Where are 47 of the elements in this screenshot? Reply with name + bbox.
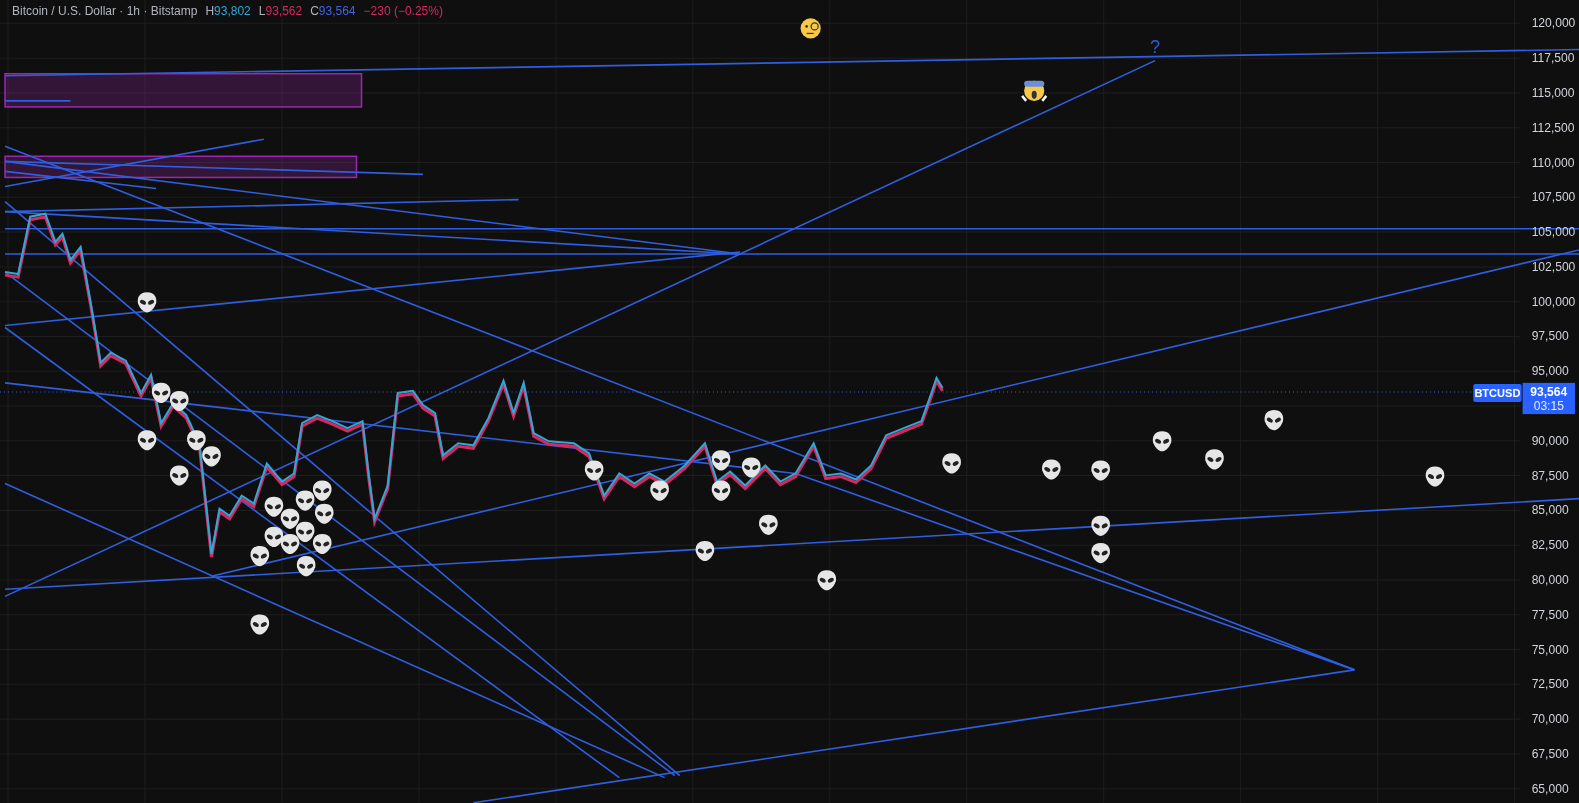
price-axis-label: 65,000 xyxy=(1531,781,1569,796)
ohlc-value: 93,802 xyxy=(214,3,251,20)
ohlc-label: H xyxy=(205,3,215,20)
annotation-text: ? xyxy=(1150,36,1161,57)
ohlc-label: C xyxy=(310,3,319,20)
price-axis-label: 77,500 xyxy=(1531,607,1569,622)
alien-icon xyxy=(151,382,171,403)
price-axis-label: 85,000 xyxy=(1531,503,1569,518)
alien-icon xyxy=(202,446,221,467)
price-axis-label: 120,000 xyxy=(1531,16,1576,31)
price-axis-label: 82,500 xyxy=(1531,538,1569,553)
price-axis-label: 115,000 xyxy=(1531,85,1575,100)
alien-icon xyxy=(312,480,332,501)
alien-icon xyxy=(296,556,316,577)
ohlc-value: 93,562 xyxy=(265,3,303,20)
symbol-tag: BTCUSD xyxy=(1473,383,1522,402)
price-axis-label: 112,500 xyxy=(1531,120,1575,135)
price-axis-label: 100,000 xyxy=(1531,294,1576,309)
price-axis-label: 67,500 xyxy=(1531,746,1569,761)
price-change: −230 (−0.25%) xyxy=(363,3,443,20)
price-axis-label: 102,500 xyxy=(1531,259,1576,274)
alien-icon xyxy=(295,521,315,542)
ohlc-label: L xyxy=(258,3,266,20)
alien-icon xyxy=(650,480,669,501)
ohlc-value: 93,564 xyxy=(318,3,356,20)
price-axis-label: 80,000 xyxy=(1531,573,1569,587)
screaming-face-icon xyxy=(1020,80,1048,103)
price-axis-label: 105,000 xyxy=(1531,225,1576,240)
price-axis-label: 75,000 xyxy=(1531,642,1569,657)
alien-icon xyxy=(759,514,778,535)
alien-icon xyxy=(942,453,961,474)
alien-icon xyxy=(711,450,731,471)
price-tag: 93,564 03:15 xyxy=(1522,382,1575,415)
price-axis-label: 70,000 xyxy=(1531,712,1569,727)
alien-icon xyxy=(1205,449,1224,470)
price-axis-label: 107,500 xyxy=(1531,190,1576,205)
symbol-title: Bitcoin / U.S. Dollar · 1h · Bitstamp xyxy=(12,3,198,20)
price-axis-label: 97,500 xyxy=(1531,329,1569,344)
price-axis-label: 90,000 xyxy=(1531,433,1569,448)
price-axis-label: 110,000 xyxy=(1531,155,1575,170)
alien-icon xyxy=(1264,410,1284,431)
price-axis-label: 87,500 xyxy=(1531,468,1569,483)
alien-icon xyxy=(711,480,731,501)
price-axis-label: 117,500 xyxy=(1531,51,1575,66)
price-axis-label: 72,500 xyxy=(1531,677,1569,692)
monocle-face-icon xyxy=(800,18,821,39)
price-axis-label: 95,000 xyxy=(1531,364,1569,379)
